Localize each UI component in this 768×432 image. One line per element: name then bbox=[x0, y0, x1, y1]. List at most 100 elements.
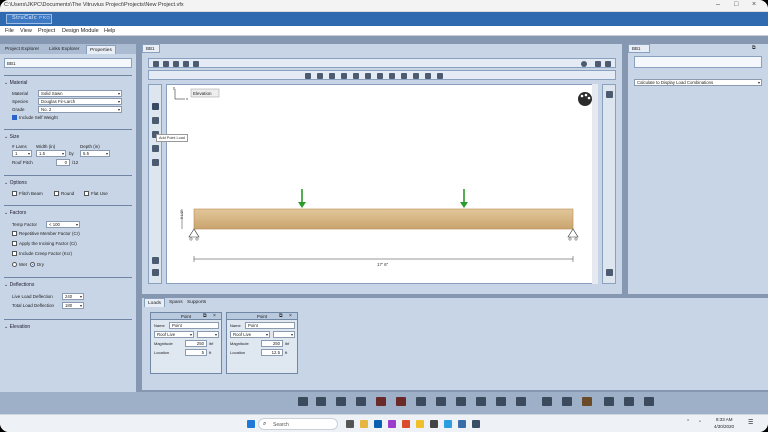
file-explorer-icon[interactable] bbox=[360, 420, 368, 428]
member-id-field[interactable]: BB1 bbox=[4, 58, 132, 68]
flat-use-checkbox[interactable] bbox=[84, 191, 89, 196]
load-subtype-select[interactable]: ▾ bbox=[197, 331, 219, 338]
joist-module-icon[interactable] bbox=[316, 397, 326, 406]
dimension-tool-icon[interactable] bbox=[401, 73, 407, 79]
load-name-input[interactable]: Point bbox=[245, 322, 295, 329]
close-button[interactable]: × bbox=[752, 1, 756, 8]
arrow-up-icon[interactable] bbox=[606, 91, 613, 98]
section-elevation[interactable]: ⌄ Elevation bbox=[4, 319, 132, 330]
section-tool-icon[interactable] bbox=[389, 73, 395, 79]
plies-select[interactable]: 1 ▾ bbox=[12, 150, 32, 157]
span-tool-icon[interactable] bbox=[365, 73, 371, 79]
beam-elevation-canvas[interactable]: y x Elevation 5 1/2" 17' 6" bbox=[166, 84, 598, 284]
clock-date[interactable]: 4/30/2020 bbox=[714, 424, 734, 429]
windows-start-icon[interactable] bbox=[247, 420, 255, 428]
settings-icon[interactable] bbox=[163, 61, 169, 67]
deck-module-icon[interactable] bbox=[604, 397, 614, 406]
triangle-load-tool-icon[interactable] bbox=[341, 73, 347, 79]
view-icon[interactable] bbox=[437, 73, 443, 79]
tab-project-explorer[interactable]: Project Explorer bbox=[2, 45, 42, 54]
creep-checkbox[interactable] bbox=[12, 251, 17, 256]
live-deflection-select[interactable]: 240 ▾ bbox=[62, 293, 84, 300]
point-load-card-1[interactable]: Point ⧉ × Name Point Roof Live ▾ ▾ Magnit… bbox=[150, 312, 222, 374]
tab-member[interactable]: BB1 bbox=[142, 44, 160, 53]
load-combinations-select[interactable]: Calculate to Display Load Combinations ▾ bbox=[634, 79, 762, 86]
add-point-load-icon[interactable] bbox=[152, 103, 159, 110]
header-module-icon[interactable] bbox=[356, 397, 366, 406]
menu-file[interactable]: File bbox=[5, 28, 14, 34]
roof-pitch-input[interactable]: 0 bbox=[56, 159, 70, 166]
canvas-scrollbar[interactable] bbox=[592, 84, 598, 284]
maximize-button[interactable]: □ bbox=[734, 1, 738, 8]
tab-supports[interactable]: Supports bbox=[184, 298, 209, 307]
table-icon[interactable] bbox=[173, 61, 179, 67]
post-module-icon[interactable] bbox=[436, 397, 446, 406]
misc-module-icon[interactable] bbox=[644, 397, 654, 406]
minimize-button[interactable]: – bbox=[716, 1, 720, 8]
width-select[interactable]: 1.5 ▾ bbox=[36, 150, 66, 157]
flitch-beam-checkbox[interactable] bbox=[12, 191, 17, 196]
arrow-down-icon[interactable] bbox=[606, 269, 613, 276]
depth-select[interactable]: 5.5 ▾ bbox=[80, 150, 110, 157]
point-load-arrow-2[interactable] bbox=[460, 189, 468, 208]
taskbar-search[interactable]: ⌕ Search bbox=[258, 418, 338, 430]
add-trapezoid-load-icon[interactable] bbox=[152, 145, 159, 152]
ridge-module-icon[interactable] bbox=[396, 397, 406, 406]
point-load-arrow-1[interactable] bbox=[298, 189, 306, 208]
add-moment-icon[interactable] bbox=[152, 159, 159, 166]
folder-icon[interactable] bbox=[416, 420, 424, 428]
wifi-icon[interactable]: ◔ bbox=[698, 419, 701, 425]
filter-icon[interactable] bbox=[413, 73, 419, 79]
left-support[interactable] bbox=[188, 228, 200, 241]
magnitude-input[interactable]: 250 bbox=[185, 340, 207, 347]
support-tool-icon[interactable] bbox=[353, 73, 359, 79]
total-deflection-select[interactable]: 180 ▾ bbox=[62, 302, 84, 309]
vscode-icon[interactable] bbox=[374, 420, 382, 428]
telegram-icon[interactable] bbox=[444, 420, 452, 428]
dry-radio[interactable] bbox=[30, 262, 35, 267]
terminal-icon[interactable] bbox=[430, 420, 438, 428]
strucalc-taskbar-icon[interactable] bbox=[458, 420, 466, 428]
task-view-icon[interactable] bbox=[346, 420, 354, 428]
load-subtype-select[interactable]: ▾ bbox=[273, 331, 295, 338]
self-weight-checkbox[interactable] bbox=[12, 115, 17, 120]
section-options[interactable]: ⌄ Options bbox=[4, 175, 132, 186]
menu-view[interactable]: View bbox=[20, 28, 32, 34]
footing-module-icon[interactable] bbox=[456, 397, 466, 406]
restore-panel-icon[interactable]: ⧉ bbox=[752, 45, 756, 51]
connection-module-icon[interactable] bbox=[562, 397, 572, 406]
brave-browser-icon[interactable] bbox=[402, 420, 410, 428]
menu-project[interactable]: Project bbox=[38, 28, 55, 34]
clock-time[interactable]: 8:33 AM bbox=[716, 417, 733, 422]
zoom-out-icon[interactable] bbox=[152, 269, 159, 276]
column-module-icon[interactable] bbox=[416, 397, 426, 406]
tab-spans[interactable]: Spans bbox=[166, 298, 186, 307]
steel-module-icon[interactable] bbox=[542, 397, 552, 406]
section-size[interactable]: ⌄ Size bbox=[4, 129, 132, 140]
grid-icon[interactable] bbox=[193, 61, 199, 67]
truss-module-icon[interactable] bbox=[516, 397, 526, 406]
right-support[interactable] bbox=[567, 228, 579, 241]
tab-results[interactable]: BB1 bbox=[628, 44, 650, 53]
notification-icon[interactable]: ☰ bbox=[748, 419, 753, 426]
palette-icon[interactable] bbox=[578, 92, 592, 106]
lumber-module-icon[interactable] bbox=[582, 397, 592, 406]
section-deflections[interactable]: ⌄ Deflections bbox=[4, 277, 132, 288]
incising-checkbox[interactable] bbox=[12, 241, 17, 246]
temp-factor-select[interactable]: < 100 ▾ bbox=[46, 221, 80, 228]
menu-design-module[interactable]: Design Module bbox=[62, 28, 99, 34]
moment-tool-icon[interactable] bbox=[329, 73, 335, 79]
zoom-in-icon[interactable] bbox=[152, 257, 159, 264]
stair-module-icon[interactable] bbox=[624, 397, 634, 406]
load-type-select[interactable]: Roof Live ▾ bbox=[230, 331, 270, 338]
point-load-card-2[interactable]: Point ⧉ × Name Point Roof Live ▾ ▾ Magnit… bbox=[226, 312, 298, 374]
layers-icon[interactable] bbox=[425, 73, 431, 79]
copy-icon[interactable]: ⧉ bbox=[203, 313, 207, 319]
load-name-input[interactable]: Point bbox=[169, 322, 219, 329]
close-icon[interactable]: × bbox=[213, 313, 216, 319]
copy-icon[interactable]: ⧉ bbox=[279, 313, 283, 319]
close-panel-icon[interactable] bbox=[605, 61, 611, 67]
help-icon[interactable] bbox=[581, 61, 587, 67]
wall-module-icon[interactable] bbox=[476, 397, 486, 406]
section-factors[interactable]: ⌄ Factors bbox=[4, 205, 132, 216]
